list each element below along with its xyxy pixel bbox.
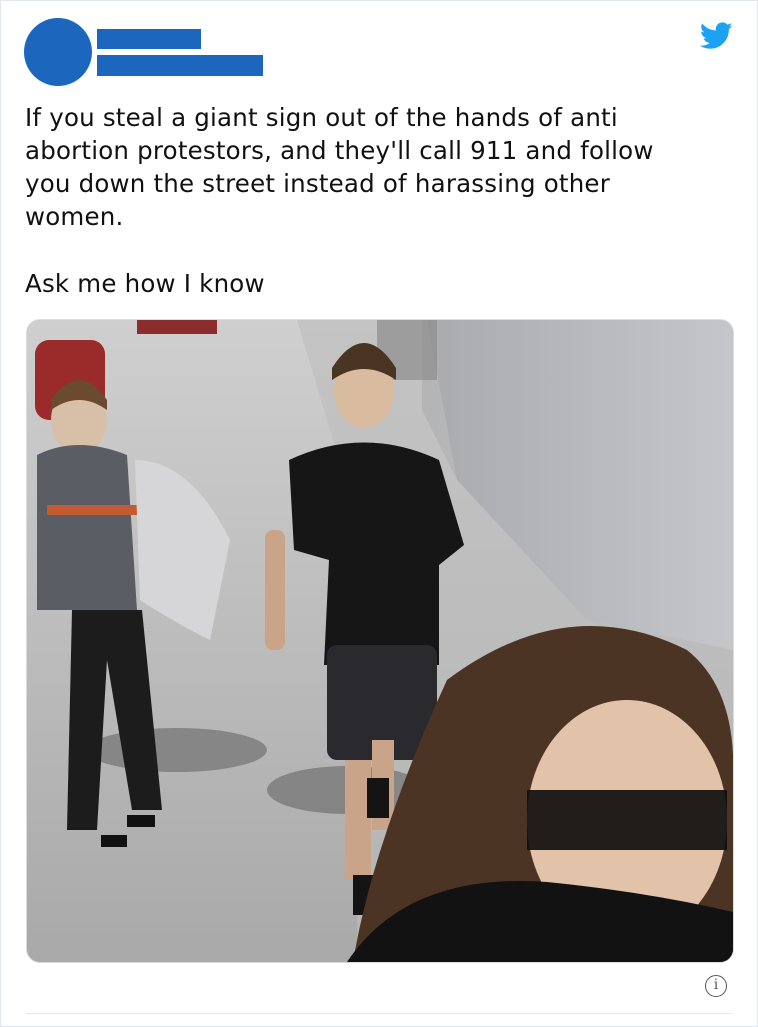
tweet-line: If you steal a giant sign out of the han… xyxy=(25,103,618,132)
info-icon[interactable]: i xyxy=(705,975,727,997)
handle-redacted[interactable] xyxy=(97,55,263,76)
tweet-line: women. xyxy=(25,202,124,231)
avatar[interactable] xyxy=(24,18,92,86)
photo-illustration xyxy=(27,320,733,962)
display-name-redacted[interactable] xyxy=(97,29,201,49)
tweet-line-last: Ask me how I know xyxy=(25,269,265,298)
tweet-text: If you steal a giant sign out of the han… xyxy=(25,101,730,300)
tweet-line: you down the street instead of harassing… xyxy=(25,169,610,198)
tweet-line: abortion protestors, and they'll call 91… xyxy=(25,136,654,165)
divider xyxy=(26,1013,732,1014)
tweet-photo[interactable] xyxy=(26,319,734,963)
twitter-bird-icon[interactable] xyxy=(700,22,733,50)
info-glyph: i xyxy=(713,977,719,993)
